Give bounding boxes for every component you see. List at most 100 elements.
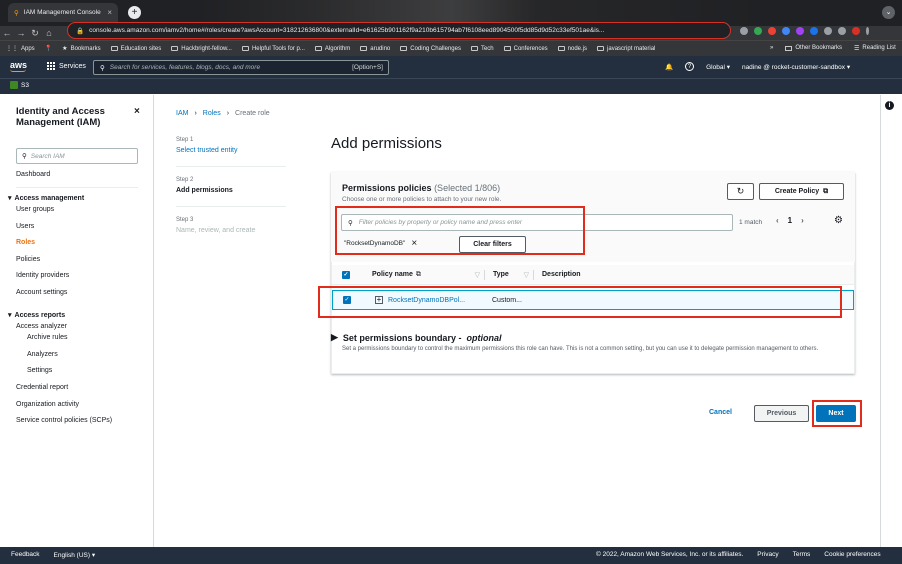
sort-icon: ▽ <box>474 271 480 279</box>
privacy-link[interactable]: Privacy <box>757 551 778 558</box>
permissions-boundary-toggle[interactable]: ▶ Set permissions boundary - optional <box>331 332 501 343</box>
folder-icon <box>503 46 511 51</box>
favorite-s3[interactable]: S3 <box>10 81 29 89</box>
info-icon[interactable]: i <box>885 101 894 110</box>
page-number[interactable]: 1 <box>788 216 792 225</box>
apps-grid-icon: ⋮⋮ <box>6 46 18 52</box>
sidebar-item-users[interactable]: Users <box>16 223 34 230</box>
bookmark-folder[interactable]: Coding Challenges <box>400 46 461 52</box>
extension-icon[interactable] <box>796 27 804 35</box>
extension-icon[interactable] <box>782 27 790 35</box>
home-icon[interactable]: ⌂ <box>42 28 56 38</box>
sidebar-search-input[interactable]: ⚲ Search IAM <box>16 148 138 164</box>
column-policy-name[interactable]: Policy name ⧉ ▽ <box>362 271 484 279</box>
previous-button[interactable]: Previous <box>754 405 809 422</box>
feedback-link[interactable]: Feedback <box>11 551 40 559</box>
match-count: 1 match <box>739 219 763 226</box>
region-selector[interactable]: Global ▾ <box>706 63 730 71</box>
forward-icon[interactable]: → <box>14 28 28 38</box>
pin-icon: 📍 <box>44 46 53 52</box>
terms-link[interactable]: Terms <box>793 551 811 558</box>
extension-icon[interactable] <box>838 27 846 35</box>
bookmark-folder[interactable]: javascript material <box>597 46 655 52</box>
extension-icon[interactable] <box>768 27 776 35</box>
step-1-number: Step 1 <box>176 137 194 143</box>
new-tab-button[interactable]: + <box>128 6 141 19</box>
breadcrumb-roles[interactable]: Roles <box>203 110 221 117</box>
panel-title: Permissions policies (Selected 1/806) <box>342 183 501 193</box>
breadcrumb-iam[interactable]: IAM <box>176 110 188 117</box>
sidebar-title: Identity and Access Management (IAM) <box>16 106 105 128</box>
sort-icon: ▽ <box>523 271 529 279</box>
create-policy-button[interactable]: Create Policy ⧉ <box>759 183 844 200</box>
account-menu[interactable]: nadine @ rocket-customer-sandbox ▾ <box>742 63 850 71</box>
close-icon[interactable]: × <box>134 106 140 117</box>
language-selector[interactable]: English (US) ▾ <box>54 551 96 559</box>
extension-icon[interactable] <box>754 27 762 35</box>
bookmark-bookmarks[interactable]: ★ Bookmarks <box>62 45 100 53</box>
boundary-optional: optional <box>466 332 502 343</box>
bookmark-folder[interactable]: Education sites <box>110 46 161 52</box>
select-all-checkbox[interactable]: ✓ <box>342 270 350 279</box>
bookmark-folder[interactable]: arudino <box>360 46 390 52</box>
sidebar-item-settings[interactable]: Settings <box>27 367 52 374</box>
sidebar-item-account-settings[interactable]: Account settings <box>16 289 67 296</box>
chevron-left-icon[interactable]: ‹ <box>776 216 779 225</box>
sidebar-item-policies[interactable]: Policies <box>16 256 40 263</box>
caret-down-icon: ▾ <box>8 195 12 202</box>
sidebar-item-roles[interactable]: Roles <box>16 239 35 246</box>
close-tab-icon[interactable]: × <box>107 8 112 17</box>
reload-icon[interactable]: ↻ <box>28 28 42 39</box>
services-menu[interactable]: Services <box>47 62 86 70</box>
help-icon[interactable]: ? <box>685 62 695 71</box>
sidebar-item-identity-providers[interactable]: Identity providers <box>16 272 69 279</box>
breadcrumb-current: Create role <box>235 110 270 117</box>
sidebar-item-organization-activity[interactable]: Organization activity <box>16 401 79 408</box>
url-bar[interactable]: 🔒 console.aws.amazon.com/iamv2/home#/rol… <box>67 22 731 39</box>
sidebar-item-dashboard[interactable]: Dashboard <box>16 171 50 178</box>
browser-tab[interactable]: ⚲ IAM Management Console × <box>8 3 118 22</box>
menu-icon[interactable] <box>866 27 869 35</box>
column-type[interactable]: Type ▽ <box>485 271 533 279</box>
bookmark-folder[interactable]: Helpful Tools for p... <box>241 46 305 52</box>
bookmark-folder[interactable]: Hackbright-fellow... <box>171 46 232 52</box>
step-1-link[interactable]: Select trusted entity <box>176 147 237 154</box>
reading-list[interactable]: ☰ Reading List <box>854 45 896 52</box>
extension-icon[interactable] <box>740 27 748 35</box>
sidebar-item-scps[interactable]: Service control policies (SCPs) <box>16 417 112 424</box>
sidebar-item-archive-rules[interactable]: Archive rules <box>27 334 67 341</box>
sidebar-section-access-management[interactable]: ▾ Access management <box>8 194 84 203</box>
gear-icon[interactable]: ⚙ <box>834 215 843 226</box>
sidebar-section-access-reports[interactable]: ▾ Access reports <box>8 311 65 320</box>
extension-icon[interactable] <box>810 27 818 35</box>
sidebar-item-access-analyzer[interactable]: Access analyzer <box>16 323 67 330</box>
refresh-button[interactable]: ↻ <box>727 183 754 200</box>
other-bookmarks[interactable]: Other Bookmarks <box>785 45 842 51</box>
cookie-preferences-link[interactable]: Cookie preferences <box>824 551 880 558</box>
bookmark-folder[interactable]: Conferences <box>503 46 548 52</box>
bookmark-item[interactable]: 📍 <box>45 45 52 52</box>
chevron-right-icon[interactable]: › <box>801 216 804 225</box>
aws-search-input[interactable]: ⚲ Search for services, features, blogs, … <box>93 60 389 75</box>
step-2-label: Add permissions <box>176 187 233 194</box>
annotation-box-next <box>812 400 862 427</box>
bookmark-folder[interactable]: node.js <box>557 46 587 52</box>
bell-icon[interactable]: 🔔 <box>665 63 673 71</box>
bookmark-apps[interactable]: ⋮⋮ Apps <box>6 45 35 53</box>
tab-search-icon[interactable]: ⌄ <box>882 6 895 19</box>
cancel-button[interactable]: Cancel <box>709 409 732 416</box>
right-rail <box>880 95 902 547</box>
bookmark-folder[interactable]: Tech <box>470 46 494 52</box>
extension-icon[interactable] <box>824 27 832 35</box>
sidebar-item-user-groups[interactable]: User groups <box>16 206 54 213</box>
back-icon[interactable]: ← <box>0 28 14 38</box>
s3-icon <box>10 81 18 89</box>
bookmark-folder[interactable]: Algorithm <box>314 46 350 52</box>
column-description: Description <box>542 271 581 278</box>
boundary-description: Set a permissions boundary to control th… <box>342 346 819 352</box>
folder-icon <box>557 46 565 51</box>
profile-avatar[interactable] <box>852 27 860 35</box>
more-bookmarks-icon[interactable]: » <box>770 45 773 51</box>
sidebar-item-analyzers[interactable]: Analyzers <box>27 351 58 358</box>
sidebar-item-credential-report[interactable]: Credential report <box>16 384 68 391</box>
